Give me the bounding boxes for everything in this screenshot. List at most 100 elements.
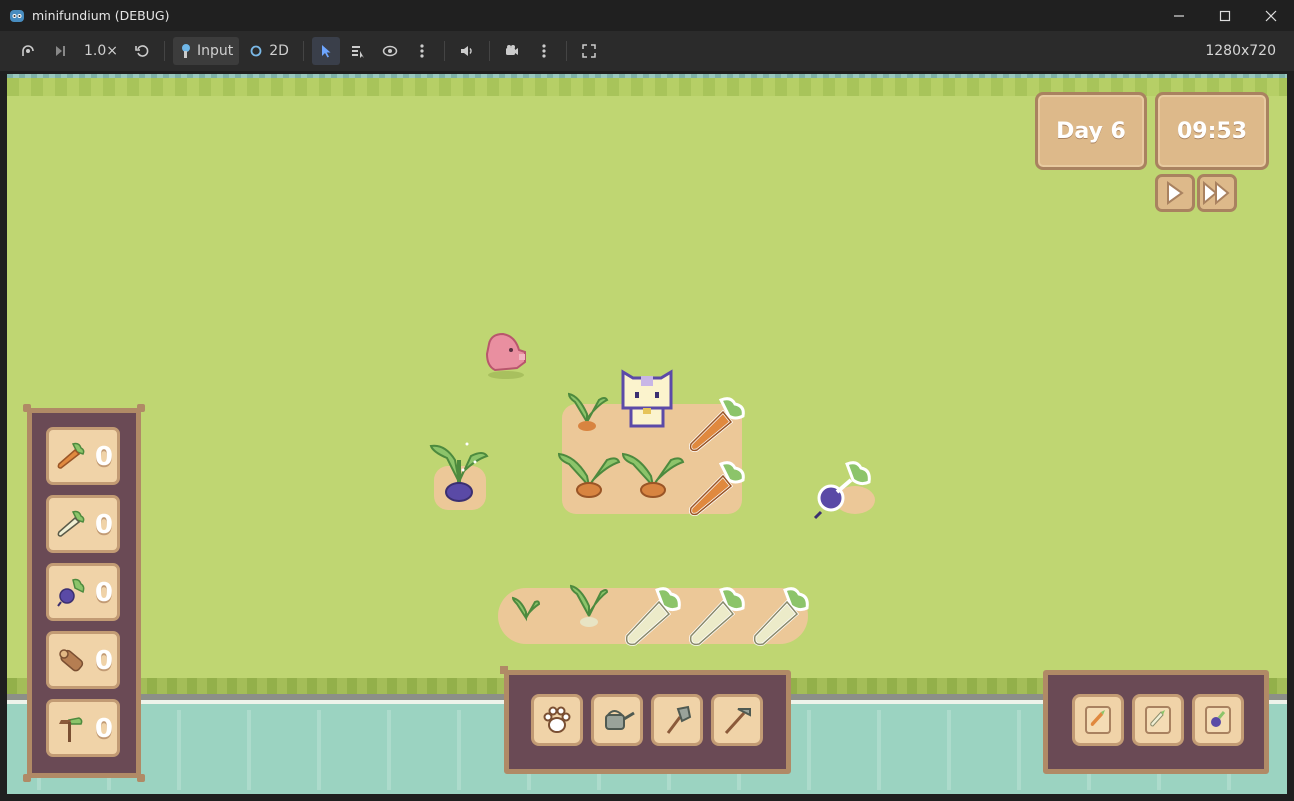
more-icon <box>420 44 424 58</box>
seed-panel <box>1043 670 1269 774</box>
mode-2d-button[interactable]: 2D <box>243 37 295 65</box>
sapling-count: 0 <box>94 714 113 744</box>
inventory-slot-beet[interactable]: 0 <box>46 563 120 621</box>
close-button[interactable] <box>1248 0 1294 31</box>
parsnip-ripe[interactable] <box>749 584 813 648</box>
play-icon <box>1167 181 1184 205</box>
fullscreen-icon <box>582 44 596 58</box>
carrot-ripe[interactable] <box>685 394 749 454</box>
parsnip-count: 0 <box>94 510 113 540</box>
tool-panel <box>500 666 791 774</box>
remote-debug-button[interactable] <box>14 37 42 65</box>
debug-toolbar: 1.0× Input 2D 1280x720 <box>0 31 1294 71</box>
input-toggle-button[interactable]: Input <box>173 37 240 65</box>
select-mode-button[interactable] <box>311 37 340 65</box>
beet-seed-icon <box>1205 706 1231 734</box>
2d-node-icon <box>250 45 262 57</box>
watering-can-icon <box>605 710 635 730</box>
carrot-ripe[interactable] <box>685 458 749 518</box>
step-frame-icon <box>56 46 65 56</box>
inventory-slot-parsnip[interactable]: 0 <box>46 495 120 553</box>
paw-icon <box>543 706 571 733</box>
carrot-sprout[interactable] <box>565 392 609 432</box>
camera-icon <box>505 45 518 55</box>
wood-icon <box>59 649 84 672</box>
seed-carrot-button[interactable] <box>1072 694 1124 746</box>
reset-speed-button[interactable] <box>128 37 156 65</box>
inventory-slot-wood[interactable]: 0 <box>46 631 120 689</box>
sapling-icon <box>59 717 83 742</box>
inventory-panel: 0 0 0 0 0 <box>23 404 145 782</box>
reset-icon <box>135 45 149 57</box>
maximize-icon <box>1219 10 1231 21</box>
parsnip-sprout[interactable] <box>567 582 611 630</box>
input-joystick-icon <box>182 44 190 58</box>
window-title: minifundium (DEBUG) <box>32 8 170 23</box>
resolution-label: 1280x720 <box>1205 43 1276 59</box>
step-frame-button[interactable] <box>46 37 74 65</box>
camera-more-button[interactable] <box>530 37 558 65</box>
beet-ripe[interactable] <box>811 458 877 522</box>
toolbar-separator <box>302 41 304 61</box>
minimize-button[interactable] <box>1156 0 1202 31</box>
tool-watering-can-button[interactable] <box>591 694 643 746</box>
visibility-icon <box>382 45 398 57</box>
minimize-icon <box>1174 14 1184 17</box>
camera-button[interactable] <box>498 37 526 65</box>
maximize-button[interactable] <box>1202 0 1248 31</box>
beet-icon <box>57 578 85 607</box>
tool-paw-button[interactable] <box>531 694 583 746</box>
seed-beet-button[interactable] <box>1192 694 1244 746</box>
audio-icon <box>460 46 472 56</box>
parsnip-icon <box>57 510 85 537</box>
beet-crop[interactable] <box>427 440 491 508</box>
beet-count: 0 <box>94 578 113 608</box>
parsnip-ripe[interactable] <box>685 584 749 648</box>
inventory-slot-carrot[interactable]: 0 <box>46 427 120 485</box>
clock-display: 09:53 <box>1155 92 1269 170</box>
fullscreen-button[interactable] <box>575 37 603 65</box>
pig-sprite[interactable] <box>481 330 531 380</box>
speed-selector[interactable]: 1.0× <box>78 37 124 65</box>
speed-value: 1.0× <box>84 43 118 59</box>
list-select-icon <box>351 46 364 58</box>
cat-farmer-player[interactable] <box>617 368 677 432</box>
godot-app-icon <box>10 9 24 22</box>
toolbar-separator <box>488 41 490 61</box>
fast-forward-icon <box>1203 181 1230 205</box>
more-options-button[interactable] <box>408 37 436 65</box>
carrot-count: 0 <box>94 442 113 472</box>
time-label: 09:53 <box>1176 118 1248 144</box>
day-display: Day 6 <box>1035 92 1147 170</box>
visibility-button[interactable] <box>376 37 404 65</box>
carrot-growing[interactable] <box>557 450 621 500</box>
carrot-icon <box>57 442 85 469</box>
more-icon <box>542 44 546 58</box>
audio-button[interactable] <box>453 37 481 65</box>
toolbar-separator <box>164 41 165 61</box>
fast-forward-button[interactable] <box>1197 174 1237 212</box>
inventory-slot-sapling[interactable]: 0 <box>46 699 120 757</box>
wood-count: 0 <box>94 646 113 676</box>
play-button[interactable] <box>1155 174 1195 212</box>
day-label: Day 6 <box>1056 118 1126 144</box>
game-viewport[interactable]: Day 6 09:53 0 0 0 0 0 <box>7 74 1287 794</box>
input-label: Input <box>197 43 234 59</box>
remote-debug-icon <box>22 45 34 56</box>
tool-hoe-button[interactable] <box>711 694 763 746</box>
carrot-growing[interactable] <box>621 450 685 500</box>
parsnip-ripe[interactable] <box>621 584 685 648</box>
hoe-icon <box>724 708 751 735</box>
mode-label: 2D <box>269 43 289 59</box>
carrot-seed-icon <box>1085 706 1111 734</box>
tool-shovel-button[interactable] <box>651 694 703 746</box>
parsnip-seed-icon <box>1145 706 1171 734</box>
close-icon <box>1265 10 1277 21</box>
shovel-icon <box>666 705 692 734</box>
parsnip-seedling[interactable] <box>509 592 543 626</box>
select-arrow-icon <box>321 45 331 58</box>
window-titlebar: minifundium (DEBUG) <box>0 0 1294 31</box>
seed-parsnip-button[interactable] <box>1132 694 1184 746</box>
toolbar-separator <box>443 41 445 61</box>
list-select-button[interactable] <box>344 37 372 65</box>
